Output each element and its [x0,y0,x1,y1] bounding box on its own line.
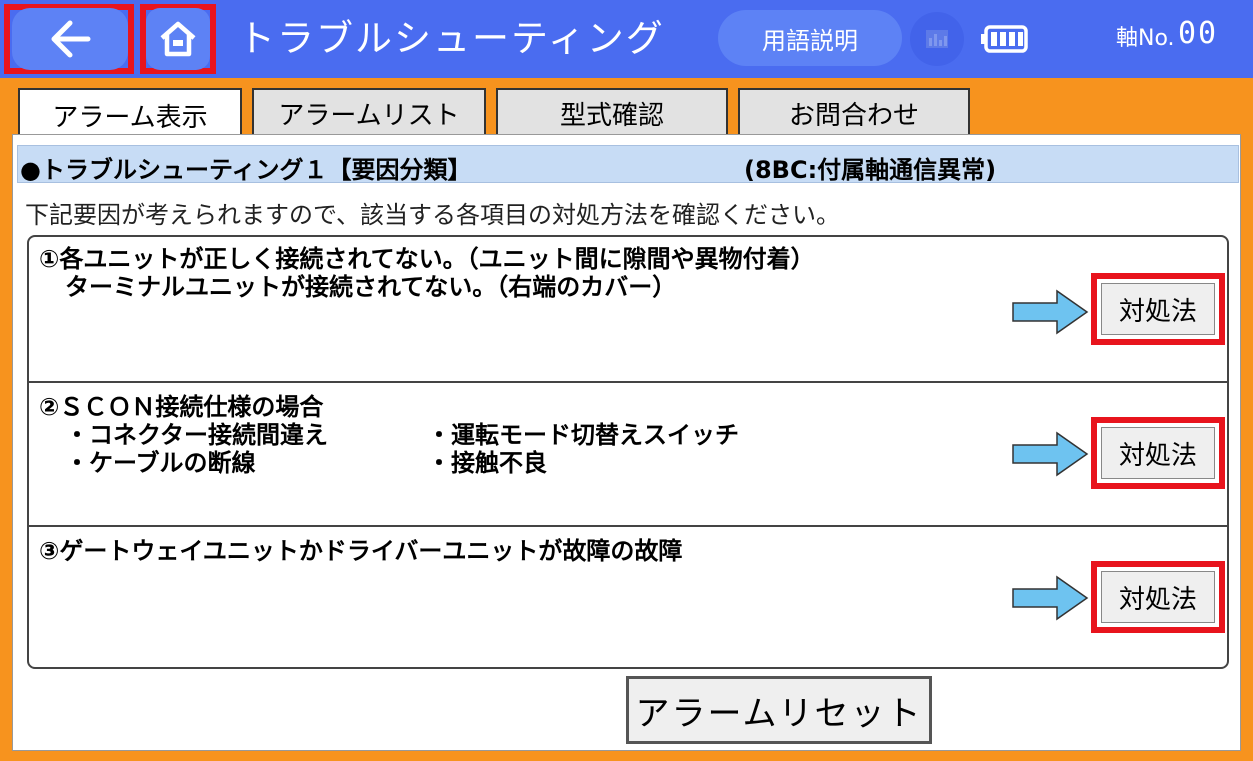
cause-item-text: ①各ユニットが正しく接続されてない。（ユニット間に隙間や異物付着） ターミナルユ… [39,245,815,301]
bullet-row: ・ケーブルの断線 ・接触不良 [39,449,739,477]
cause-item-text: ②ＳＣＯＮ接続仕様の場合 ・コネクター接続間違え ・運転モード切替えスイッチ ・… [39,393,739,477]
axis-label: 軸No. [1116,26,1175,51]
battery-icon [981,25,1028,53]
tab-alarm-display[interactable]: アラーム表示 [18,88,242,140]
cause-item-2: ②ＳＣＯＮ接続仕様の場合 ・コネクター接続間違え ・運転モード切替えスイッチ ・… [29,381,1227,525]
section-title: ●トラブルシューティング１【要因分類】 [20,156,472,184]
right-arrow-icon [1012,575,1089,621]
cause-line: ②ＳＣＯＮ接続仕様の場合 [39,393,324,421]
header-bar: トラブルシューティング 用語説明 軸No. 00 [0,0,1253,78]
chart-button[interactable] [910,12,964,66]
back-button[interactable] [12,8,128,70]
cause-line: ターミナルユニットが接続されてない。（右端のカバー） [65,273,677,301]
bullet-item: ・運転モード切替えスイッチ [427,421,739,449]
chart-icon [926,30,948,48]
axis-value: 00 [1178,16,1219,51]
back-arrow-icon [51,20,91,58]
cause-list: ①各ユニットが正しく接続されてない。（ユニット間に隙間や異物付着） ターミナルユ… [27,235,1229,669]
cause-line: ①各ユニットが正しく接続されてない。（ユニット間に隙間や異物付着） [39,245,815,273]
home-icon [160,21,196,57]
alarm-code: (8BC:付属軸通信異常) [744,156,997,184]
bullet-row: ・コネクター接続間違え ・運転モード切替えスイッチ [39,421,739,449]
instruction-text: 下記要因が考えられますので、該当する各項目の対処方法を確認ください。 [25,201,841,229]
alarm-reset-button[interactable]: アラームリセット [626,676,932,744]
glossary-button[interactable]: 用語説明 [718,10,902,66]
action-button-highlight: 対処法 [1091,561,1225,633]
bullet-item: ・接触不良 [427,449,547,477]
cause-item-text: ③ゲートウェイユニットかドライバーユニットが故障の故障 [39,537,682,565]
tab-alarm-list[interactable]: アラームリスト [252,88,486,136]
main-panel: ●トラブルシューティング１【要因分類】 (8BC:付属軸通信異常) 下記要因が考… [12,134,1241,751]
home-button[interactable] [146,8,210,70]
cause-line: ③ゲートウェイユニットかドライバーユニットが故障の故障 [39,537,683,565]
action-button-3[interactable]: 対処法 [1101,571,1215,623]
tab-model-check[interactable]: 型式確認 [496,88,728,136]
page-title: トラブルシューティング [238,17,665,60]
action-button-highlight: 対処法 [1091,273,1225,345]
cause-item-1: ①各ユニットが正しく接続されてない。（ユニット間に隙間や異物付着） ターミナルユ… [29,237,1227,381]
action-button-2[interactable]: 対処法 [1101,427,1215,479]
action-button-highlight: 対処法 [1091,417,1225,489]
bullet-item: ・ケーブルの断線 [65,449,256,477]
right-arrow-icon [1012,431,1089,477]
bullet-item: ・コネクター接続間違え [65,421,329,449]
action-button-1[interactable]: 対処法 [1101,283,1215,335]
cause-item-3: ③ゲートウェイユニットかドライバーユニットが故障の故障 対処法 [29,525,1227,667]
right-arrow-icon [1012,289,1089,335]
section-bar: ●トラブルシューティング１【要因分類】 (8BC:付属軸通信異常) [17,145,1239,184]
tab-contact[interactable]: お問合わせ [738,88,970,136]
